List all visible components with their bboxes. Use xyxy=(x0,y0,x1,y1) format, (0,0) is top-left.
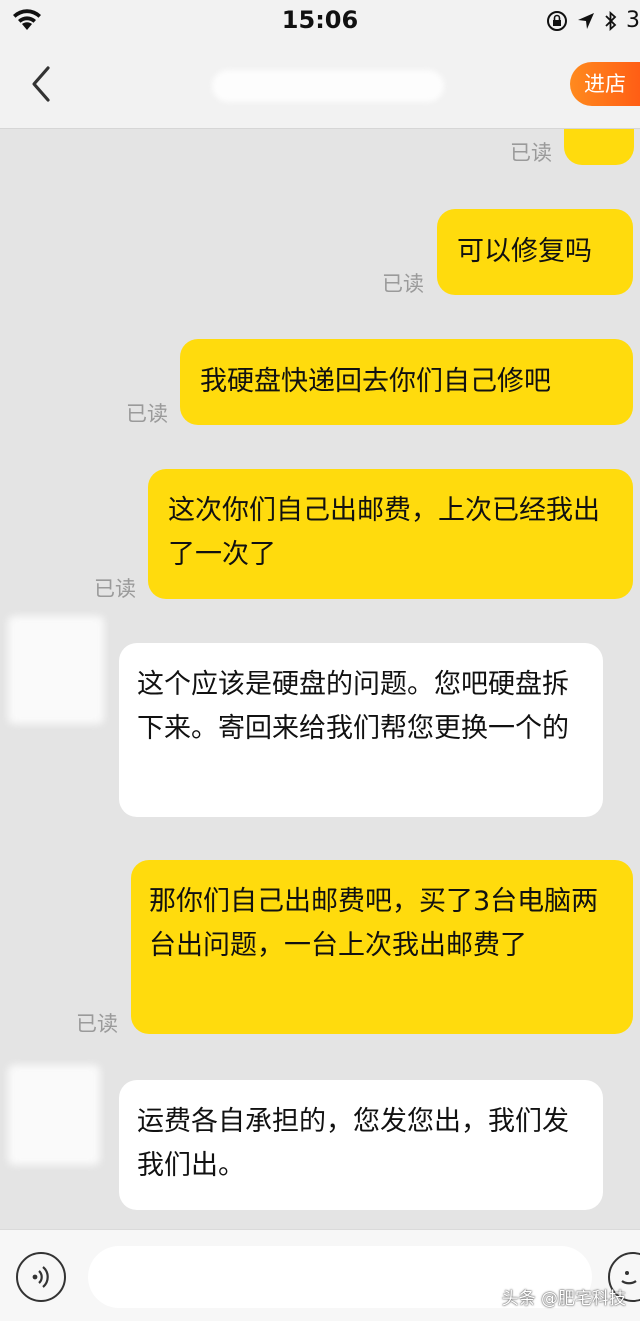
message-bubble-outgoing: 那你们自己出邮费吧，买了3台电脑两台出问题，一台上次我出邮费了 xyxy=(131,860,633,1034)
read-receipt: 已读 xyxy=(382,272,424,296)
read-receipt: 已读 xyxy=(94,577,136,601)
bluetooth-icon xyxy=(605,10,617,31)
status-time: 15:06 xyxy=(281,6,359,34)
avatar-redacted[interactable] xyxy=(8,1065,100,1165)
message-bubble-outgoing xyxy=(564,129,634,165)
status-bar: 15:06 3 xyxy=(0,0,640,40)
avatar-redacted[interactable] xyxy=(8,616,104,724)
watermark: 头条 @肥宅科技 xyxy=(501,1289,626,1309)
orientation-lock-icon xyxy=(547,10,567,31)
location-icon xyxy=(578,12,594,29)
message-text: 运费各自承担的，您发您出，我们发我们出。 xyxy=(137,1106,569,1181)
read-receipt: 已读 xyxy=(76,1012,118,1036)
message-bubble-outgoing: 我硬盘快递回去你们自己修吧 xyxy=(180,339,633,425)
shop-name-redacted xyxy=(212,70,444,102)
read-receipt: 已读 xyxy=(126,402,168,426)
message-bubble-incoming: 这个应该是硬盘的问题。您吧硬盘拆下来。寄回来给我们帮您更换一个的 xyxy=(119,643,603,817)
voice-waves-icon xyxy=(32,1266,49,1288)
read-receipt: 已读 xyxy=(510,141,552,165)
message-text: 这个应该是硬盘的问题。您吧硬盘拆下来。寄回来给我们帮您更换一个的 xyxy=(137,669,569,744)
voice-input-button[interactable] xyxy=(16,1252,66,1302)
message-bubble-outgoing: 可以修复吗 xyxy=(437,209,633,295)
chat-messages[interactable]: 已读 可以修复吗 已读 我硬盘快递回去你们自己修吧 已读 这次你们自己出邮费，上… xyxy=(0,129,640,1229)
message-text: 可以修复吗 xyxy=(457,236,592,267)
input-bar: 头条 @肥宅科技 xyxy=(0,1229,640,1321)
back-chevron-icon[interactable] xyxy=(22,62,62,106)
message-bubble-outgoing: 这次你们自己出邮费，上次已经我出了一次了 xyxy=(148,469,633,599)
nav-bar: 进店 xyxy=(0,40,640,129)
status-icons: 3 xyxy=(546,8,640,33)
battery-percent: 3 xyxy=(626,8,640,33)
enter-shop-button[interactable]: 进店 xyxy=(570,62,640,106)
message-bubble-incoming: 运费各自承担的，您发您出，我们发我们出。 xyxy=(119,1080,603,1210)
message-text: 这次你们自己出邮费，上次已经我出了一次了 xyxy=(168,495,600,570)
message-text: 我硬盘快递回去你们自己修吧 xyxy=(200,366,551,397)
message-text: 那你们自己出邮费吧，买了3台电脑两台出问题，一台上次我出邮费了 xyxy=(149,886,599,961)
